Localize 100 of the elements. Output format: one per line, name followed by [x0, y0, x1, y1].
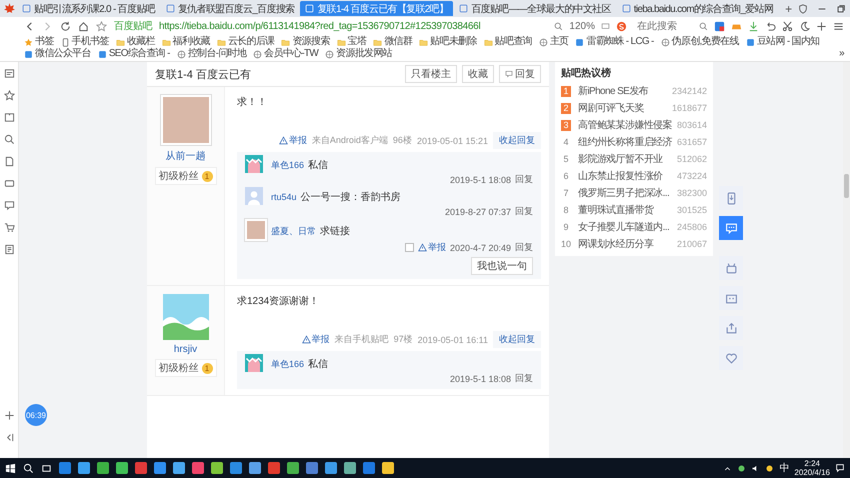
add-icon[interactable] — [816, 20, 827, 32]
report-link[interactable]: 举报 — [278, 134, 307, 147]
author-name[interactable]: 从前一趟 — [166, 149, 206, 163]
undo-icon[interactable] — [765, 20, 776, 32]
task-view-icon[interactable] — [41, 462, 52, 474]
tag-icon[interactable] — [4, 178, 14, 189]
bookmark[interactable]: 贴吧查询 — [484, 36, 532, 48]
book-icon[interactable] — [4, 112, 14, 123]
hot-topic-link[interactable]: 网剧可评飞天奖 — [578, 101, 669, 116]
refresh-icon[interactable] — [60, 20, 71, 32]
side-tool-button[interactable] — [719, 216, 743, 240]
browser-tab[interactable]: 复联1-4 百度云已有【复联2吧】 — [300, 1, 454, 16]
note-icon[interactable] — [4, 244, 14, 255]
shield-icon[interactable] — [798, 4, 808, 14]
bookmark[interactable]: 资源搜索 — [281, 36, 330, 48]
reply-link[interactable]: 回复 — [515, 205, 533, 218]
taskbar-app-icon[interactable] — [325, 462, 337, 474]
windows-start-icon[interactable] — [5, 462, 16, 474]
bookmark[interactable]: 主页 — [538, 36, 568, 48]
notification-icon[interactable] — [835, 463, 845, 473]
reply-link[interactable]: 回复 — [515, 372, 533, 385]
taskbar-app-icon[interactable] — [154, 462, 166, 474]
scissors-icon[interactable] — [782, 20, 793, 32]
document-icon[interactable] — [4, 156, 14, 167]
browser-tab[interactable]: tieba.baidu.com的综合查询_爱站网 — [616, 1, 778, 16]
star-icon[interactable] — [4, 90, 14, 101]
bookmark[interactable]: 书签 — [24, 36, 54, 48]
app-icon[interactable] — [714, 20, 725, 32]
side-tool-button[interactable] — [719, 186, 743, 210]
more-bookmarks[interactable]: » — [839, 48, 844, 60]
side-tool-button[interactable] — [719, 256, 743, 280]
write-reply-button[interactable]: 我也说一句 — [471, 257, 533, 275]
zoom-icon[interactable] — [554, 22, 564, 30]
scrollbar[interactable] — [843, 62, 850, 458]
security-icon[interactable] — [765, 464, 774, 472]
bookmark[interactable]: 手机书签 — [60, 36, 109, 48]
hot-topic-link[interactable]: 女子推婴儿车隧道内... — [578, 220, 674, 235]
star-icon[interactable] — [96, 20, 107, 32]
bookmark[interactable]: 收藏栏 — [116, 36, 155, 48]
thread-action-button[interactable]: 收藏 — [462, 65, 494, 83]
bookmark[interactable]: 控制台-问时地 — [176, 48, 246, 60]
browser-tab[interactable]: 复仇者联盟百度云_百度搜索 — [160, 1, 300, 16]
bookmark[interactable]: 微信公众平台 — [24, 48, 91, 60]
input-method-indicator[interactable]: 中 — [779, 461, 790, 475]
moon-icon[interactable] — [799, 20, 810, 32]
hot-topic-link[interactable]: 俄罗斯三男子把深冰... — [578, 186, 674, 201]
reply-link[interactable]: 回复 — [515, 173, 533, 186]
restore-icon[interactable] — [836, 4, 846, 14]
url-text[interactable]: https://tieba.baidu.com/p/6113141984?red_tag=1536790712#125397038466l — [159, 20, 480, 32]
taskbar-app-icon[interactable] — [97, 462, 109, 474]
add-icon[interactable] — [4, 410, 14, 421]
window-icon[interactable] — [4, 68, 14, 79]
collapse-replies-link[interactable]: 收起回复 — [493, 132, 541, 149]
reply-author[interactable]: 盛夏、日常 — [271, 224, 316, 238]
reply-author[interactable]: 单色166 — [271, 358, 304, 370]
new-tab-button[interactable]: + — [779, 1, 798, 16]
hot-topic-link[interactable]: 董明珠试直播带货 — [578, 203, 674, 218]
search-engine-logo[interactable] — [616, 20, 627, 32]
hot-topic-link[interactable]: 网课划水经历分享 — [578, 237, 674, 252]
bookmark[interactable]: 云长的后课 — [216, 36, 274, 48]
author-name[interactable]: hrsjiv — [174, 344, 198, 355]
home-icon[interactable] — [78, 20, 89, 32]
side-tool-button[interactable] — [719, 286, 743, 310]
search-icon[interactable] — [23, 462, 34, 474]
bookmark[interactable]: 微信群 — [373, 36, 412, 48]
taskbar-app-icon[interactable] — [78, 462, 90, 474]
thread-action-button[interactable]: 回复 — [499, 65, 541, 83]
cart-icon[interactable] — [4, 222, 14, 233]
screen-icon[interactable] — [601, 22, 610, 30]
report-link[interactable]: 举报 — [418, 241, 446, 254]
taskbar-app-icon[interactable] — [116, 462, 128, 474]
hot-topic-link[interactable]: 高管鲍某某涉嫌性侵案 — [578, 118, 674, 133]
reply-author[interactable]: 单色166 — [271, 158, 304, 172]
bookmark[interactable]: 资源批发网站 — [325, 48, 392, 60]
taskbar-app-icon[interactable] — [192, 462, 204, 474]
bookmark[interactable]: 伪原创,免费在线 — [660, 36, 739, 48]
reply-link[interactable]: 回复 — [515, 241, 533, 254]
hot-topic-link[interactable]: 新iPhone SE发布 — [578, 84, 669, 99]
bookmark[interactable]: 雷霸蜘蛛 - LCG - — [575, 36, 654, 48]
collapse-replies-link[interactable]: 收起回复 — [493, 331, 541, 348]
taskbar-app-icon[interactable] — [382, 462, 394, 474]
bookmark[interactable]: 贴吧未删除 — [419, 36, 477, 48]
network-icon[interactable] — [737, 464, 746, 472]
reply-author[interactable]: rtu54u — [271, 192, 297, 202]
bookmark[interactable]: 宝塔 — [336, 36, 366, 48]
bookmark[interactable]: 会员中心-TW — [253, 48, 318, 60]
bookmark[interactable]: 福利收藏 — [162, 36, 210, 48]
hot-topic-link[interactable]: 山东禁止报复性涨价 — [578, 169, 674, 184]
taskbar-app-icon[interactable] — [211, 462, 223, 474]
taskbar-app-icon[interactable] — [287, 462, 299, 474]
thread-action-button[interactable]: 只看楼主 — [405, 65, 457, 83]
taskbar-app-icon[interactable] — [249, 462, 261, 474]
menu-icon[interactable] — [833, 20, 844, 32]
hot-topic-link[interactable]: 影院游戏厅暂不开业 — [578, 152, 674, 167]
hot-topic-link[interactable]: 纽约州长称将重启经济 — [578, 135, 674, 150]
taskbar-app-icon[interactable] — [344, 462, 356, 474]
report-link[interactable]: 举报 — [302, 333, 330, 346]
bookmark[interactable]: 豆站网 - 国内知 — [746, 36, 820, 48]
taskbar-clock[interactable]: 2:24 2020/4/16 — [794, 459, 830, 477]
chat-icon[interactable] — [4, 200, 14, 211]
